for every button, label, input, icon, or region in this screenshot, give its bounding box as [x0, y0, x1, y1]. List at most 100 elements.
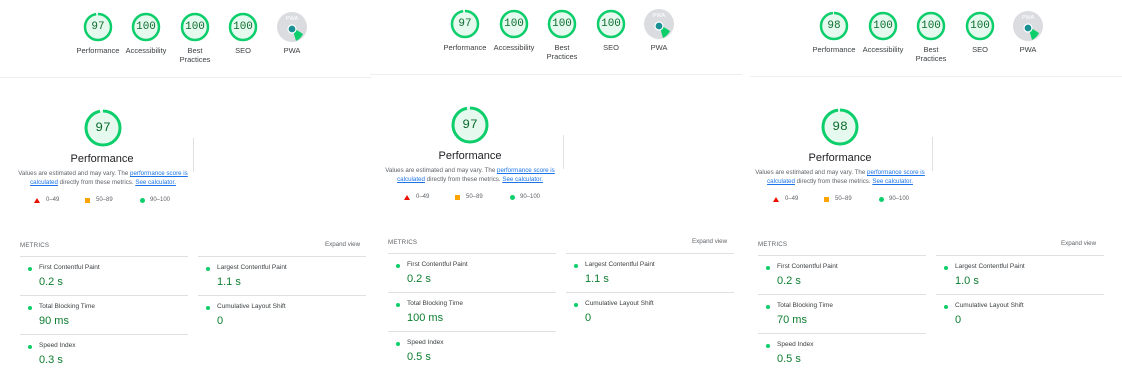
performance-gauge: 97: [450, 105, 490, 145]
score-gauge: 100: [868, 11, 898, 41]
lighthouse-report-1: 97 Performance 100 Accessibility 100 Bes…: [0, 0, 372, 369]
score-gauge: 98: [819, 11, 849, 41]
fail-triangle-icon: [404, 195, 410, 200]
pass-circle-icon: [206, 306, 210, 310]
see-calculator-link[interactable]: See calculator.: [135, 179, 176, 186]
average-square-icon: [824, 197, 829, 202]
score-gauge: 100: [916, 11, 946, 41]
metric-value: 0.5 s: [407, 351, 431, 363]
metric-divider: [566, 253, 734, 254]
metric-divider: [566, 292, 734, 293]
pass-circle-icon: [574, 303, 578, 307]
pwa-badge-text: PWA: [1021, 15, 1035, 21]
pass-circle-icon: [766, 305, 770, 309]
metric-value: 90 ms: [39, 315, 69, 327]
metric-value: 0: [585, 312, 592, 324]
performance-description: Values are estimated and may vary. The p…: [13, 170, 193, 187]
category-pwa[interactable]: PWA PWA: [993, 11, 1063, 54]
expand-view-toggle[interactable]: Expand view: [1061, 240, 1096, 247]
lighthouse-report-2: 97 Performance 100 Accessibility 100 Bes…: [370, 0, 742, 366]
pwa-core: [1023, 23, 1033, 33]
score-gauge: 100: [180, 12, 210, 42]
score-value: 100: [601, 18, 621, 30]
metric-divider: [198, 256, 366, 257]
see-calculator-link[interactable]: See calculator.: [502, 176, 543, 183]
pass-circle-icon: [510, 195, 515, 200]
metric-divider: [758, 333, 926, 334]
metric-name: Cumulative Layout Shift: [955, 302, 1024, 309]
performance-title: Performance: [70, 153, 134, 165]
desc-text: directly from these metrics.: [57, 178, 136, 186]
metric-value: 0.2 s: [407, 273, 431, 285]
category-label: PWA: [1019, 45, 1037, 54]
pass-circle-icon: [206, 267, 210, 271]
score-value: 100: [552, 18, 572, 30]
desc-text: Values are estimated and may vary. The: [755, 169, 867, 176]
metric-value: 0.2 s: [777, 275, 801, 287]
performance-score: 98: [832, 119, 848, 134]
pwa-core: [287, 24, 297, 34]
metric-divider: [388, 331, 556, 332]
metric-value: 0.2 s: [39, 276, 63, 288]
score-value: 97: [458, 18, 472, 30]
score-value: 98: [827, 20, 841, 32]
metric-name: Total Blocking Time: [39, 303, 95, 310]
score-gauge: 100: [131, 12, 161, 42]
pass-circle-icon: [944, 305, 948, 309]
metric-name: Total Blocking Time: [777, 302, 833, 309]
performance-score: 97: [95, 120, 111, 135]
legend-fail: 0–49: [416, 194, 430, 200]
score-gauge: 100: [499, 9, 529, 39]
metric-name: Speed Index: [777, 341, 814, 348]
legend-average: 50–89: [466, 194, 483, 200]
desc-text: Values are estimated and may vary. The: [18, 170, 130, 177]
metric-value: 0: [955, 314, 962, 326]
score-value: 100: [233, 21, 253, 33]
pwa-core: [654, 21, 664, 31]
average-square-icon: [85, 198, 90, 203]
pass-circle-icon: [396, 303, 400, 307]
metric-divider: [20, 334, 188, 335]
metrics-heading: METRICS: [388, 239, 418, 246]
performance-title: Performance: [438, 150, 502, 162]
metric-name: Cumulative Layout Shift: [217, 303, 286, 310]
pass-circle-icon: [28, 306, 32, 310]
metrics-heading: METRICS: [20, 242, 50, 249]
metric-name: First Contentful Paint: [777, 263, 838, 270]
pass-circle-icon: [879, 197, 884, 202]
category-pwa[interactable]: PWA PWA: [624, 9, 694, 52]
score-gauge: 97: [450, 9, 480, 39]
legend-average: 50–89: [96, 197, 113, 203]
metric-name: Speed Index: [407, 339, 444, 346]
score-value: 100: [185, 21, 205, 33]
legend-pass: 90–100: [520, 194, 541, 200]
section-divider: [370, 74, 742, 75]
pass-circle-icon: [574, 264, 578, 268]
metric-value: 1.0 s: [955, 275, 979, 287]
score-value: 100: [873, 20, 893, 32]
metric-value: 1.1 s: [585, 273, 609, 285]
score-value: 100: [921, 20, 941, 32]
score-value: 100: [504, 18, 524, 30]
expand-view-toggle[interactable]: Expand view: [325, 241, 360, 248]
metric-divider: [758, 255, 926, 256]
pwa-badge-icon: PWA: [1013, 11, 1043, 41]
score-value: 97: [91, 21, 105, 33]
expand-view-toggle[interactable]: Expand view: [692, 238, 727, 245]
fail-triangle-icon: [773, 197, 779, 202]
see-calculator-link[interactable]: See calculator.: [872, 178, 913, 185]
legend-fail: 0–49: [785, 196, 799, 202]
metric-value: 1.1 s: [217, 276, 241, 288]
metric-divider: [758, 294, 926, 295]
performance-score: 97: [462, 117, 478, 132]
category-label: PWA: [283, 46, 301, 55]
metric-divider: [936, 255, 1104, 256]
metric-divider: [198, 295, 366, 296]
vertical-divider: [932, 137, 933, 171]
legend-average: 50–89: [835, 196, 852, 202]
metric-name: Total Blocking Time: [407, 300, 463, 307]
score-gauge: 100: [965, 11, 995, 41]
metric-value: 0.5 s: [777, 353, 801, 365]
category-pwa[interactable]: PWA PWA: [257, 12, 327, 55]
metric-divider: [20, 256, 188, 257]
